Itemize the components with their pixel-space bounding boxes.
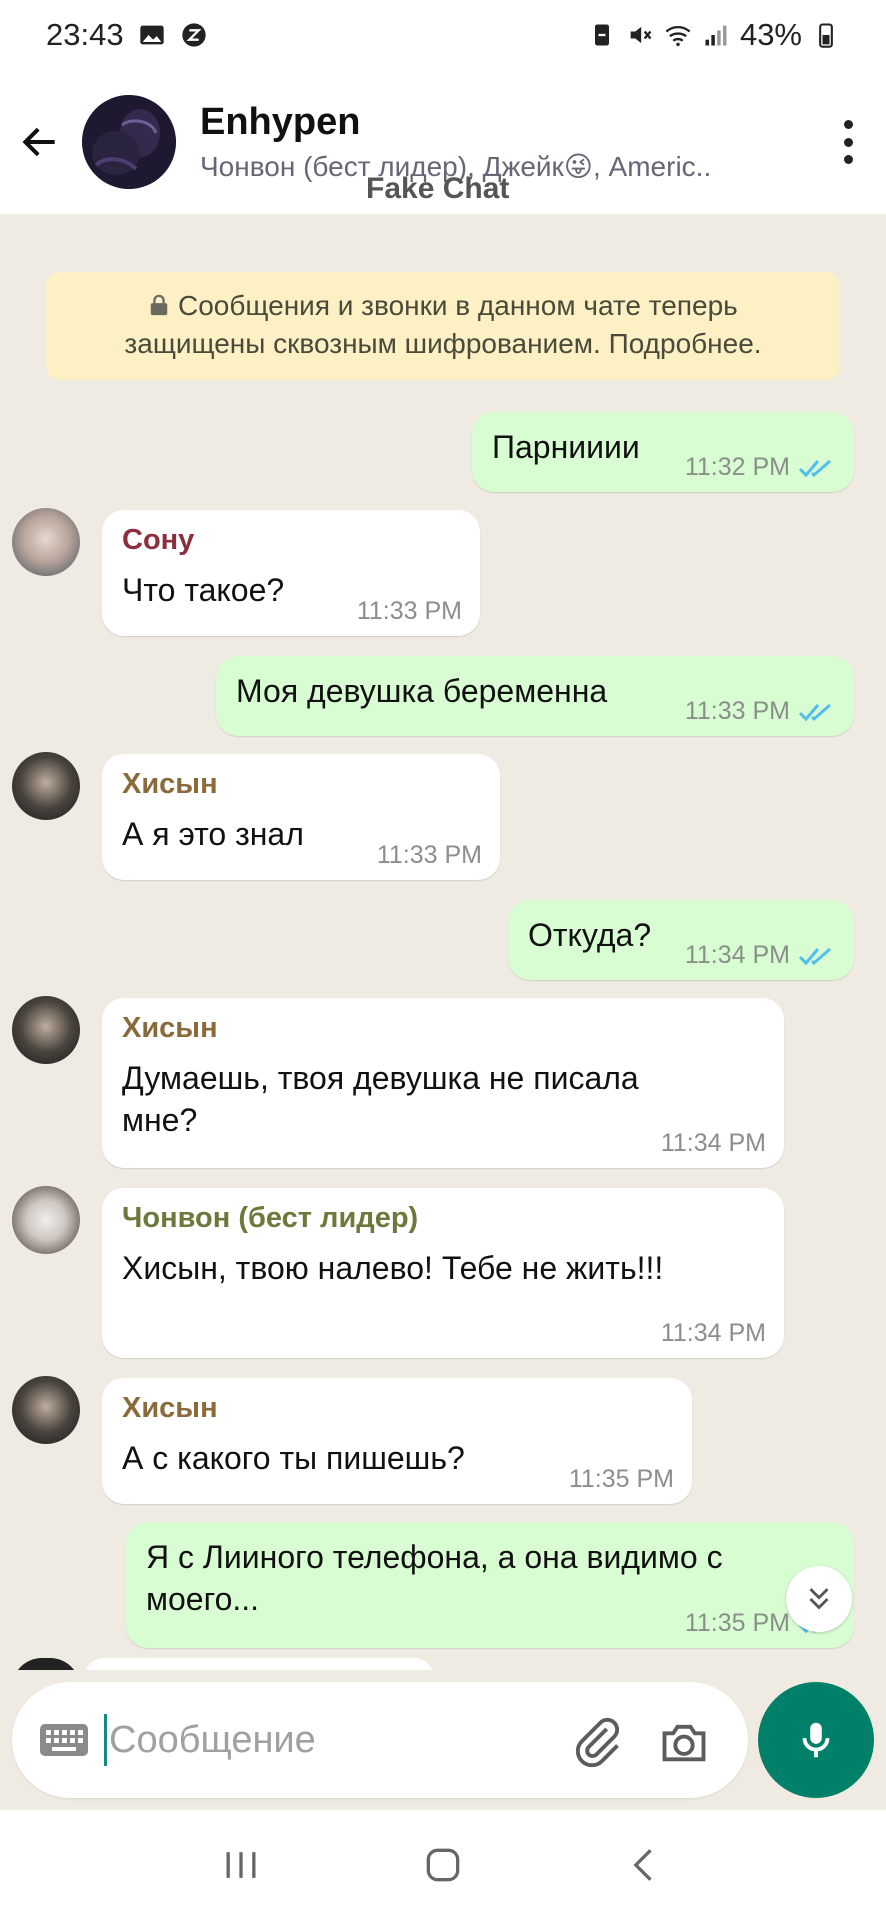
watermark-label: Fake Chat bbox=[366, 172, 510, 205]
battery-percent: 43% bbox=[739, 17, 802, 52]
sender-name[interactable]: Сону bbox=[122, 524, 460, 557]
message-composer[interactable] bbox=[12, 1682, 748, 1798]
message-bubble-partial bbox=[84, 1658, 434, 1670]
wifi-icon bbox=[665, 25, 691, 47]
status-time: 23:43 bbox=[46, 17, 124, 52]
chat-messages-area[interactable]: Сообщения и звонки в данном чате теперь … bbox=[0, 214, 886, 1670]
keyboard-icon[interactable] bbox=[38, 1720, 90, 1760]
voice-message-button[interactable] bbox=[758, 1682, 874, 1798]
message-bubble-incoming[interactable]: Сону Что такое? 11:33 PM bbox=[102, 510, 480, 636]
message-bubble-incoming[interactable]: Хисын А я это знал 11:33 PM bbox=[102, 754, 500, 880]
message-bubble-incoming[interactable]: Хисын Думаешь, твоя девушка не писала мн… bbox=[102, 998, 784, 1168]
back-button[interactable] bbox=[4, 106, 76, 178]
message-text: Хисын, твою налево! Тебе не жить!!! bbox=[122, 1250, 664, 1286]
double-check-icon bbox=[798, 947, 831, 965]
scroll-to-bottom-button[interactable] bbox=[786, 1566, 852, 1632]
arrow-left-icon bbox=[22, 127, 55, 157]
status-bar: 23:43 43% bbox=[0, 0, 886, 70]
lock-icon bbox=[150, 294, 168, 316]
encryption-notice[interactable]: Сообщения и звонки в данном чате теперь … bbox=[46, 272, 840, 380]
message-time: 11:35 PM bbox=[568, 1465, 674, 1493]
avatar-hisyn[interactable] bbox=[12, 1376, 80, 1444]
sender-name[interactable]: Хисын bbox=[122, 1012, 764, 1045]
message-time: 11:33 PM bbox=[376, 841, 482, 869]
double-check-icon bbox=[798, 459, 831, 477]
avatar-chonvon[interactable] bbox=[12, 1186, 80, 1254]
home-icon[interactable] bbox=[421, 1843, 465, 1887]
message-text-line1: Думаешь, твоя девушка не писала bbox=[122, 1060, 639, 1096]
message-time: 11:34 PM bbox=[660, 1129, 766, 1157]
avatar-hisyn[interactable] bbox=[12, 996, 80, 1064]
sender-name[interactable]: Чонвон (бест лидер) bbox=[122, 1202, 764, 1235]
message-time: 11:34 PM bbox=[684, 941, 790, 969]
signal-icon bbox=[705, 25, 727, 46]
message-bubble-outgoing[interactable]: Откуда? 11:34 PM bbox=[508, 900, 854, 980]
avatar-hisyn[interactable] bbox=[12, 752, 80, 820]
gallery-icon bbox=[139, 25, 164, 45]
chat-title[interactable]: Enhypen bbox=[200, 101, 760, 144]
message-bubble-incoming[interactable]: Чонвон (бест лидер) Хисын, твою налево! … bbox=[102, 1188, 784, 1358]
message-time: 11:33 PM bbox=[684, 697, 790, 725]
encryption-text-line2: защищены сквозным шифрованием. Подробнее… bbox=[124, 328, 762, 359]
message-input[interactable] bbox=[109, 1718, 549, 1762]
group-photo-icon bbox=[82, 95, 176, 189]
message-bubble-outgoing[interactable]: Парнииии 11:32 PM bbox=[472, 412, 854, 492]
app-z-icon bbox=[181, 23, 206, 47]
group-avatar[interactable] bbox=[82, 95, 176, 189]
message-bubble-outgoing[interactable]: Моя девушка беременна 11:33 PM bbox=[216, 656, 854, 736]
battery-saver-icon bbox=[594, 24, 609, 46]
system-nav-bar bbox=[0, 1810, 886, 1920]
dot-icon bbox=[843, 155, 853, 164]
double-check-icon bbox=[798, 703, 831, 721]
back-nav-icon[interactable] bbox=[623, 1843, 667, 1887]
message-bubble-incoming[interactable]: Хисын А с какого ты пишешь? 11:35 PM bbox=[102, 1378, 692, 1504]
avatar-sonu[interactable] bbox=[12, 508, 80, 576]
more-options-button[interactable] bbox=[828, 114, 868, 170]
attach-icon[interactable] bbox=[572, 1716, 624, 1768]
recent-apps-icon[interactable] bbox=[219, 1843, 263, 1887]
mute-icon bbox=[630, 26, 652, 44]
sender-name[interactable]: Хисын bbox=[122, 1392, 672, 1425]
dot-icon bbox=[843, 120, 853, 129]
message-time: 11:32 PM bbox=[684, 453, 790, 481]
battery-icon bbox=[819, 23, 833, 48]
text-cursor bbox=[104, 1714, 107, 1766]
sender-name[interactable]: Хисын bbox=[122, 768, 480, 801]
message-time: 11:33 PM bbox=[356, 597, 462, 625]
encryption-text-line1: Сообщения и звонки в данном чате теперь bbox=[178, 290, 738, 321]
message-text-line1: Я с Лииного телефона, а она видимо с bbox=[146, 1539, 723, 1575]
message-time: 11:35 PM bbox=[684, 1609, 790, 1637]
message-bubble-outgoing[interactable]: Я с Лииного телефона, а она видимо с мое… bbox=[126, 1522, 854, 1648]
microphone-icon bbox=[802, 1722, 830, 1758]
double-chevron-down-icon bbox=[809, 1588, 829, 1610]
message-time: 11:34 PM bbox=[660, 1319, 766, 1347]
avatar-partial bbox=[12, 1658, 80, 1670]
dot-icon bbox=[843, 137, 853, 147]
camera-icon[interactable] bbox=[658, 1716, 710, 1768]
